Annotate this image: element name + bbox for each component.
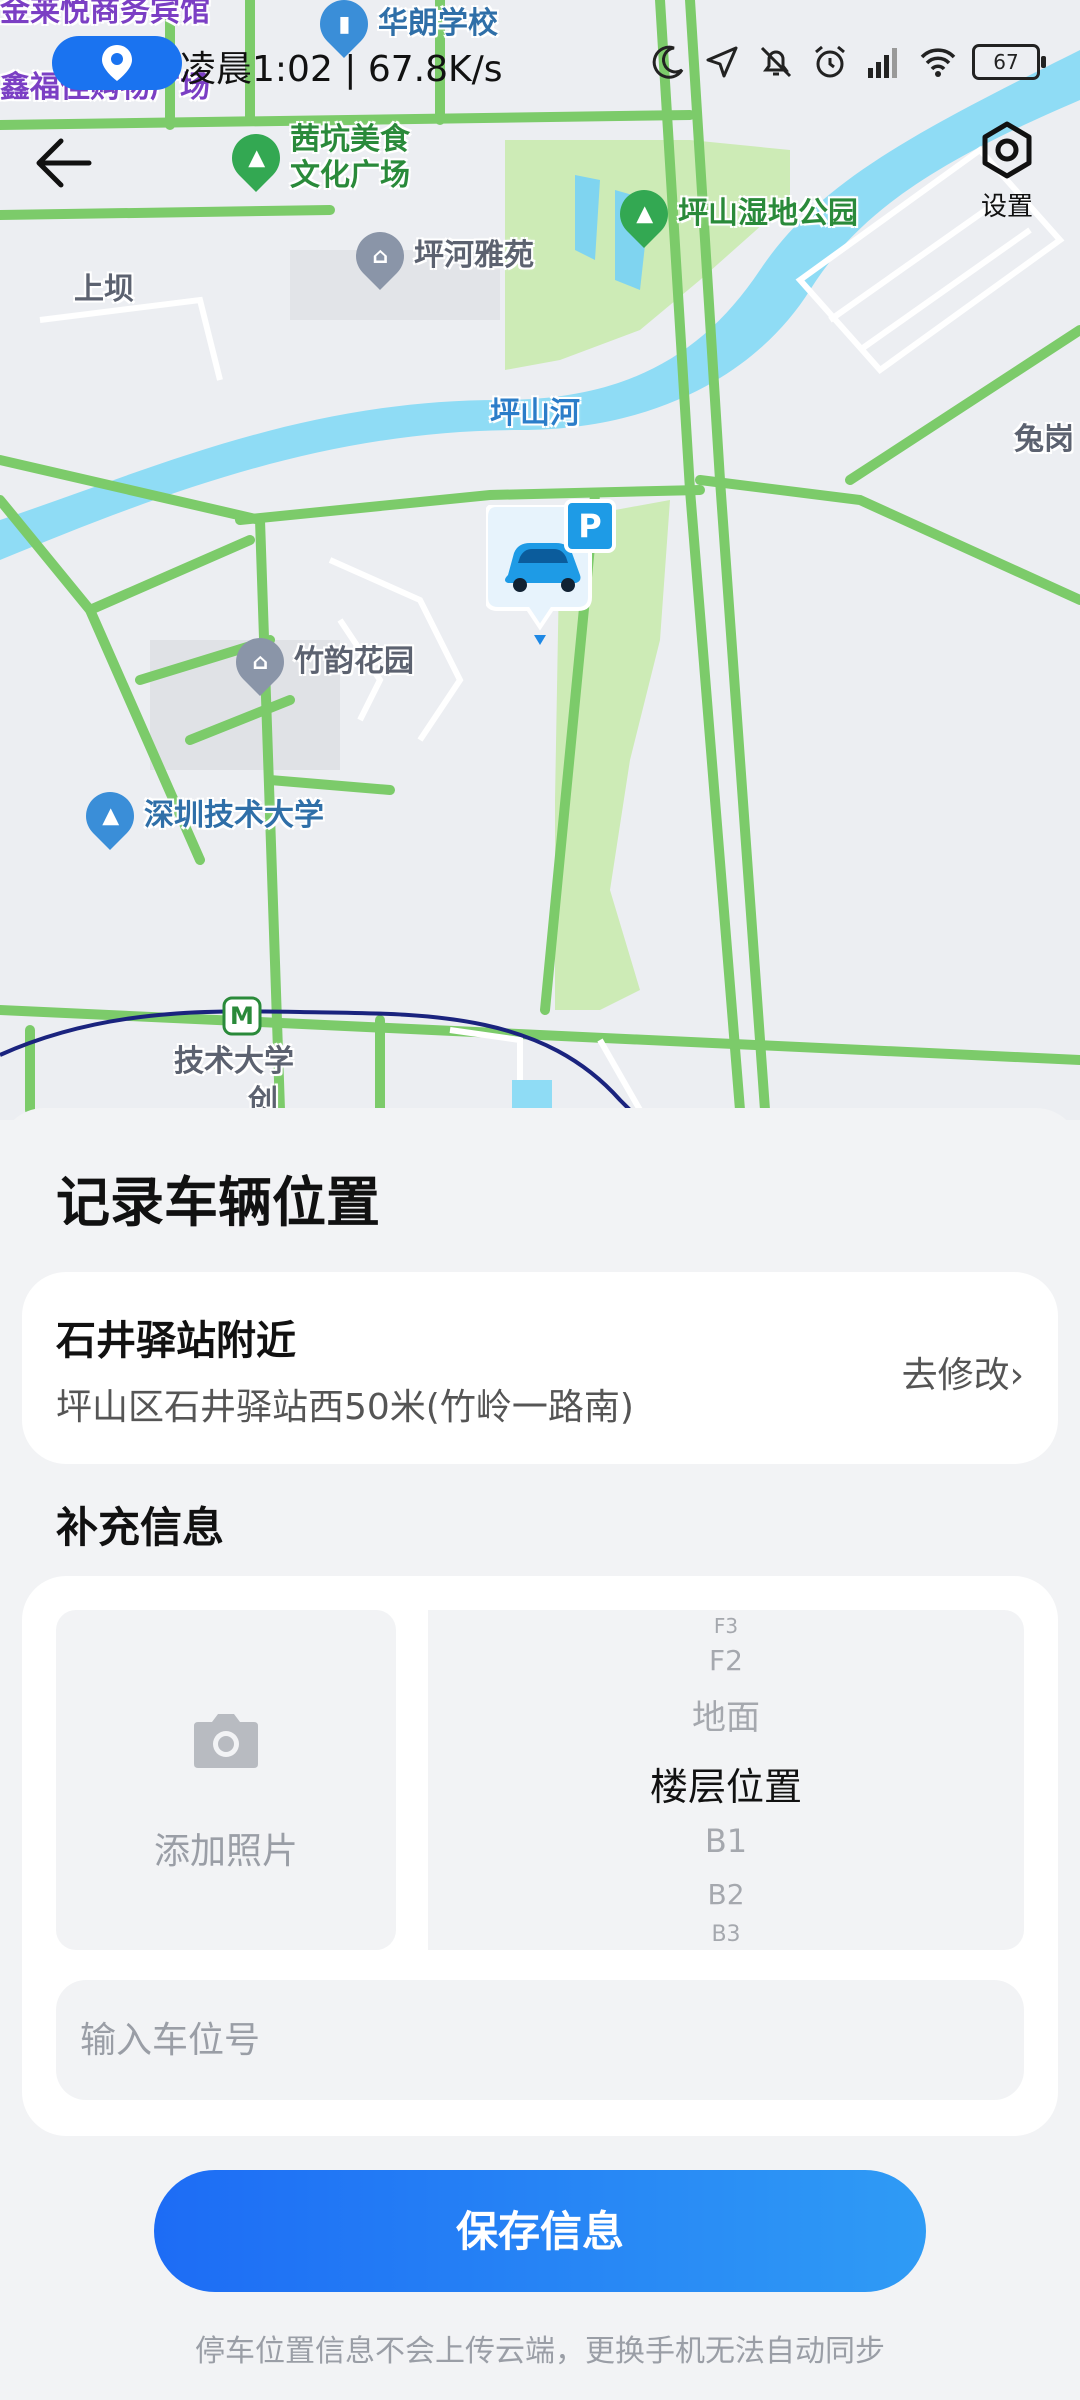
floor-option-selected[interactable]: 楼层位置	[428, 1756, 1024, 1811]
floor-picker[interactable]: F3 F2 地面 楼层位置 B1 B2 B3	[428, 1610, 1024, 1950]
svg-text:M: M	[230, 1002, 254, 1030]
alarm-icon	[815, 45, 845, 78]
status-icons: 67	[648, 42, 1046, 82]
floor-option[interactable]: F3	[428, 1614, 1024, 1638]
supplementary-info-card: 添加照片 F3 F2 地面 楼层位置 B1 B2 B3	[22, 1576, 1058, 2136]
poi-food-plaza[interactable]: ▲ 茜坑美食 文化广场	[222, 122, 410, 194]
mute-bell-icon	[760, 46, 792, 78]
edit-location-button[interactable]: 去修改›	[902, 1346, 1024, 1398]
poi-pinghe-yayuan[interactable]: ⌂ 坪河雅苑	[346, 222, 534, 290]
floor-option[interactable]: F2	[428, 1644, 1024, 1677]
poi-shangba[interactable]: 上坝	[74, 272, 134, 308]
poi-zhuyun-garden[interactable]: ⌂ 竹韵花园	[226, 628, 414, 696]
settings-hexagon-icon	[982, 121, 1032, 179]
tree-pin-icon: ▲	[610, 180, 678, 248]
floor-option[interactable]: B3	[428, 1922, 1024, 1947]
parked-car-marker[interactable]: P	[484, 499, 616, 655]
arrow-left-icon	[36, 138, 92, 188]
location-address: 坪山区石井驿站西50米(竹岭一路南)	[56, 1387, 634, 1428]
status-time: 凌晨1:02 | 67.8K/s	[180, 49, 503, 90]
edit-location-label: 去修改	[901, 1355, 1010, 1396]
back-button[interactable]	[28, 128, 98, 198]
poi-metro-station[interactable]: 技术大学	[174, 1044, 294, 1080]
poi-tech-university[interactable]: ▲ 深圳技术大学	[76, 782, 324, 850]
save-button[interactable]: 保存信息	[154, 2170, 926, 2292]
wifi-icon	[920, 48, 956, 77]
navigation-icon	[706, 46, 738, 78]
poi-hotel[interactable]: 金莱悦商务宾馆	[0, 0, 210, 30]
river-label: 坪山河	[490, 396, 580, 431]
floor-option[interactable]: 地面	[428, 1690, 1024, 1739]
location-pin-icon	[102, 45, 132, 81]
poi-wetland-park[interactable]: ▲ 坪山湿地公园	[610, 180, 858, 248]
settings-label: 设置	[980, 192, 1033, 222]
signal-icon	[868, 48, 897, 78]
chevron-right-icon: ›	[1009, 1355, 1024, 1396]
parking-spot-input[interactable]	[56, 1980, 1024, 2100]
map-view[interactable]: M 金莱悦商务宾馆 鑫福佳购物广场 ▮ 华朗学校 ▲ 茜坑美食 文化广场 ▲ 坪…	[0, 0, 1080, 1120]
sheet-title: 记录车辆位置	[56, 1171, 380, 1234]
battery-indicator: 67	[972, 44, 1046, 80]
poi-tugang[interactable]: 兔岗	[1014, 422, 1074, 458]
school-pin-icon: ▲	[76, 782, 144, 850]
location-card[interactable]: 石井驿站附近 坪山区石井驿站西50米(竹岭一路南) 去修改›	[22, 1272, 1058, 1464]
privacy-footnote: 停车位置信息不会上传云端，更换手机无法自动同步	[195, 2334, 885, 2369]
record-location-sheet: 记录车辆位置 石井驿站附近 坪山区石井驿站西50米(竹岭一路南) 去修改› 补充…	[0, 1108, 1080, 2400]
building-pin-icon: ⌂	[346, 222, 414, 290]
moon-icon	[652, 45, 684, 79]
parking-badge: P	[564, 499, 616, 553]
add-photo-label: 添加照片	[153, 1831, 298, 1872]
floor-option[interactable]: B1	[428, 1822, 1024, 1860]
tree-pin-icon: ▲	[222, 124, 290, 192]
supplementary-info-label: 补充信息	[56, 1503, 225, 1552]
floor-option[interactable]: B2	[428, 1878, 1024, 1911]
add-photo-button[interactable]: 添加照片	[56, 1610, 396, 1950]
location-indicator	[52, 36, 182, 90]
location-name: 石井驿站附近	[56, 1318, 296, 1364]
status-bar: 凌晨1:02 | 67.8K/s 67	[0, 32, 1080, 92]
building-pin-icon: ⌂	[226, 628, 294, 696]
camera-icon	[194, 1714, 258, 1768]
settings-button[interactable]: 设置	[962, 120, 1052, 223]
